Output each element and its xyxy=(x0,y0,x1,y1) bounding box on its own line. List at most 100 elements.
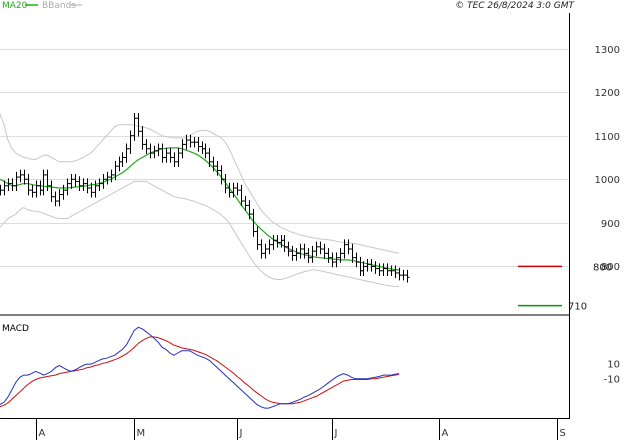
macd-panel: MACD 10-10 xyxy=(0,324,620,409)
macd-y-tick-label: -10 xyxy=(604,374,620,385)
price-macd-chart: MA20 BBands © TEC 26/8/2024 3:0 GMT 1300… xyxy=(0,1,620,440)
price-bar xyxy=(65,178,70,196)
price-bar xyxy=(310,245,315,263)
price-bar xyxy=(160,143,165,163)
copyright-text: © TEC 26/8/2024 3:0 GMT xyxy=(455,1,575,11)
price-bar xyxy=(247,200,252,220)
price-bar xyxy=(235,182,240,196)
macd-y-axis: 10-10 xyxy=(604,360,620,386)
bollinger-upper-line xyxy=(0,113,400,254)
price-bar xyxy=(172,152,177,168)
price-bar xyxy=(255,226,260,250)
price-bar xyxy=(401,269,406,281)
price-bar xyxy=(45,169,50,192)
price-bar xyxy=(168,147,173,163)
price-bar xyxy=(34,180,39,198)
resistance-label: 800 xyxy=(593,262,612,273)
price-bar xyxy=(282,235,287,253)
price-bar xyxy=(57,189,62,207)
macd-signal-line xyxy=(0,336,400,408)
price-bar xyxy=(176,147,181,168)
price-bar xyxy=(61,184,66,200)
chart-header: MA20 BBands © TEC 26/8/2024 3:0 GMT xyxy=(2,1,576,11)
price-bar xyxy=(41,169,46,196)
price-bar xyxy=(105,171,110,185)
price-bar xyxy=(93,180,98,198)
price-bar xyxy=(290,245,295,261)
price-y-tick-label: 1100 xyxy=(595,132,620,143)
price-bar xyxy=(22,169,27,185)
price-bar xyxy=(128,130,133,154)
price-bar xyxy=(69,174,74,189)
x-month-label: J xyxy=(239,428,243,439)
price-bar xyxy=(338,248,343,263)
price-bar xyxy=(294,248,299,261)
price-bar xyxy=(322,243,327,259)
price-bar xyxy=(267,239,272,255)
price-bar xyxy=(0,184,3,196)
price-bar xyxy=(389,265,394,277)
price-bar xyxy=(298,243,303,259)
price-y-tick-label: 900 xyxy=(601,219,620,230)
price-bar xyxy=(207,147,212,168)
price-bar xyxy=(393,265,398,279)
ma-legend-label: MA20 xyxy=(2,1,28,11)
price-bar xyxy=(405,269,410,283)
price-bar xyxy=(203,143,208,159)
price-grid xyxy=(0,49,568,267)
price-bar xyxy=(192,136,197,148)
price-bar xyxy=(271,235,276,250)
x-month-label: S xyxy=(560,428,566,439)
price-bar xyxy=(377,263,382,277)
price-bar xyxy=(117,156,122,172)
price-bar xyxy=(30,184,35,198)
bb-legend-label: BBands xyxy=(42,1,76,11)
macd-y-tick-label: 10 xyxy=(607,360,620,371)
price-bar xyxy=(381,263,386,277)
price-bar xyxy=(314,241,319,257)
price-bar xyxy=(148,143,153,159)
price-bars xyxy=(0,113,410,283)
price-bar xyxy=(109,169,114,183)
price-bar xyxy=(385,263,390,277)
macd-line xyxy=(0,326,400,409)
price-bar xyxy=(18,169,23,183)
price-bar xyxy=(140,126,145,150)
price-bar xyxy=(200,141,205,154)
price-bar xyxy=(124,143,129,163)
price-panel: 1300 1200 1100 1000 900 800 800 710 xyxy=(0,45,620,313)
price-bar xyxy=(346,239,351,255)
x-month-label: A xyxy=(39,428,46,439)
chart-stage: MA20 BBands © TEC 26/8/2024 3:0 GMT 1300… xyxy=(0,0,627,440)
price-y-tick-label: 1200 xyxy=(595,88,620,99)
price-bar xyxy=(73,174,78,187)
chart-frame xyxy=(0,13,570,419)
price-bar xyxy=(136,113,141,137)
x-month-label: A xyxy=(442,428,449,439)
price-bar xyxy=(120,152,125,168)
price-bar xyxy=(53,191,58,207)
price-bar xyxy=(77,176,82,192)
price-bar xyxy=(97,178,102,192)
price-y-tick-label: 1300 xyxy=(595,45,620,56)
ma20-line xyxy=(0,147,400,271)
x-month-label: J xyxy=(334,428,338,439)
price-bar xyxy=(164,147,169,163)
price-bar xyxy=(330,252,335,268)
price-bar xyxy=(373,261,378,274)
price-bar xyxy=(365,259,370,272)
price-bar xyxy=(318,241,323,255)
price-bar xyxy=(326,248,331,263)
price-bar xyxy=(38,180,43,196)
price-bar xyxy=(354,252,359,268)
price-bar xyxy=(259,239,264,259)
price-bar xyxy=(14,171,19,192)
price-bar xyxy=(144,139,149,154)
price-bar xyxy=(302,243,307,259)
price-y-tick-label: 1000 xyxy=(595,175,620,186)
x-axis: AMJJAS xyxy=(36,418,566,440)
support-label: 710 xyxy=(568,302,587,313)
macd-title: MACD xyxy=(2,324,29,334)
price-bar xyxy=(263,243,268,259)
price-y-axis: 1300 1200 1100 1000 900 800 xyxy=(595,45,620,273)
